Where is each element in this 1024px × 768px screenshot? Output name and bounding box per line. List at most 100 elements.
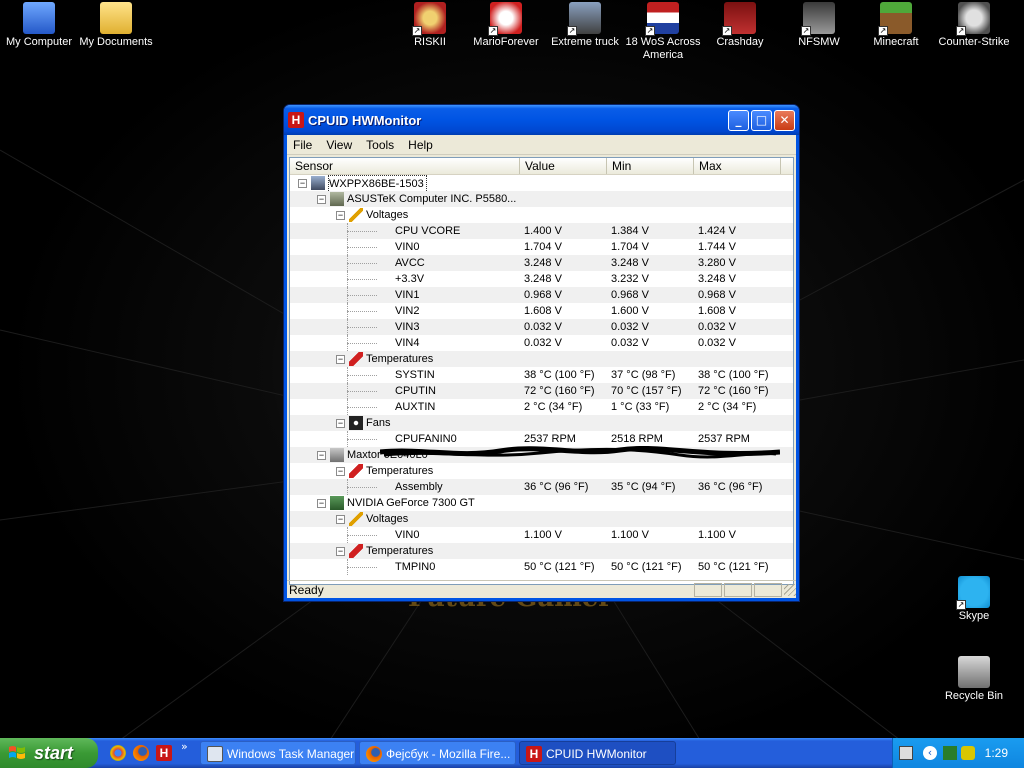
sensor-value: 3.248 V [524,257,562,269]
task-manager-icon [207,746,223,762]
sensor-row[interactable]: CPUTIN 72 °C (160 °F) 70 °C (157 °F) 72 °C … [290,383,793,399]
sensor-row[interactable]: TMPIN0 50 °C (121 °F) 50 °C (121 °F) 50 °C … [290,559,793,575]
sensor-row[interactable]: VIN0 1.100 V 1.100 V 1.100 V [290,527,793,543]
menu-view[interactable]: View [324,138,354,152]
sensor-row[interactable]: VIN2 1.608 V 1.600 V 1.608 V [290,303,793,319]
desktop-icon-my-computer[interactable]: My Computer [0,2,78,49]
sensor-row[interactable]: CPUFANIN0 2537 RPM 2518 RPM 2537 RPM [290,431,793,447]
sensor-group-row[interactable]: − WXPPX86BE-1503 [290,175,793,193]
sensor-row[interactable]: VIN4 0.032 V 0.032 V 0.032 V [290,335,793,351]
tree-connector [347,263,377,264]
desktop-icon-label: RISKII [414,36,446,48]
sensor-row[interactable]: AUXTIN 2 °C (34 °F) 1 °C (33 °F) 2 °C (34 °… [290,399,793,415]
thermometer-icon [349,464,363,478]
resize-grip[interactable] [784,583,796,596]
folder-icon [100,2,132,34]
menu-help[interactable]: Help [406,138,435,152]
minimize-button[interactable]: _ [728,109,749,131]
status-text: Ready [289,582,324,597]
sensor-name: Assembly [395,481,443,493]
sensor-group-row[interactable]: − Fans [290,415,793,431]
taskbar-item-task-manager[interactable]: Windows Task Manager [200,741,356,765]
column-filler [781,158,793,174]
sensor-name: CPU VCORE [395,225,461,237]
sensor-group-row[interactable]: − ASUSTeK Computer INC. P5580... [290,191,793,207]
chrome-icon[interactable] [110,745,126,761]
column-max[interactable]: Max [694,158,781,174]
sensor-group-row[interactable]: − Voltages [290,511,793,527]
sensor-row[interactable]: VIN1 0.968 V 0.968 V 0.968 V [290,287,793,303]
desktop-icon-extreme-truck[interactable]: ↗ Extreme truck [546,2,624,49]
collapse-toggle[interactable]: − [336,355,345,364]
desktop-icon-nfsmw[interactable]: ↗ NFSMW [780,2,858,49]
sensor-row[interactable]: VIN3 0.032 V 0.032 V 0.032 V [290,319,793,335]
sensor-name: AVCC [395,257,425,269]
sensor-value: 36 °C (96 °F) [524,481,589,493]
firefox-icon[interactable] [133,745,149,761]
sensor-row[interactable]: SYSTIN 38 °C (100 °F) 37 °C (98 °F) 38 °C (… [290,367,793,383]
shortcut-arrow-icon: ↗ [956,26,966,36]
collapse-toggle[interactable]: − [336,547,345,556]
collapse-toggle[interactable]: − [317,499,326,508]
desktop-icon-my-documents[interactable]: My Documents [77,2,155,49]
column-min[interactable]: Min [607,158,694,174]
sensor-row[interactable]: CPU VCORE 1.400 V 1.384 V 1.424 V [290,223,793,239]
close-button[interactable]: ✕ [774,109,795,131]
hard-disk-icon [330,448,344,462]
sensor-min: 3.248 V [611,257,649,269]
desktop-icon-label: MarioForever [473,36,539,48]
window-titlebar[interactable]: H CPUID HWMonitor _ □ ✕ [284,105,799,135]
menu-tools[interactable]: Tools [364,138,396,152]
sensor-row[interactable]: VIN0 1.704 V 1.704 V 1.744 V [290,239,793,255]
sensor-group-row[interactable]: − Temperatures [290,543,793,559]
sensor-group-row[interactable]: − Voltages [290,207,793,223]
start-button[interactable]: start [0,738,98,768]
collapse-toggle[interactable]: − [336,467,345,476]
collapse-toggle[interactable]: − [336,419,345,428]
desktop-icon-riskii[interactable]: ↗ RISKII [391,2,469,49]
column-value[interactable]: Value [520,158,607,174]
sensor-min: 50 °C (121 °F) [611,561,682,573]
collapse-toggle[interactable]: − [317,195,326,204]
collapse-toggle[interactable]: − [298,179,307,188]
chevron-left-icon[interactable]: ‹ [923,746,937,760]
collapse-toggle[interactable]: − [336,515,345,524]
tree-connector [347,383,348,399]
sensor-max: 50 °C (121 °F) [698,561,769,573]
desktop-icon-recycle-bin[interactable]: Recycle Bin [935,656,1013,703]
taskbar-item-firefox[interactable]: Фејсбук - Mozilla Fire... [359,741,516,765]
truck-icon: ↗ [567,2,601,36]
security-icon[interactable] [961,746,975,760]
desktop-icon-18-wos-across-america[interactable]: ↗ 18 WoS Across America [624,2,702,62]
clock[interactable]: 1:29 [985,738,1008,768]
desktop-icon-marioforever[interactable]: ↗ MarioForever [467,2,545,49]
sensor-row[interactable]: Assembly 36 °C (96 °F) 35 °C (94 °F) 36 °C … [290,479,793,495]
sensor-tree-list[interactable]: Sensor Value Min Max − WXPPX86BE-1503− ASU… [289,157,794,585]
desktop-icon-minecraft[interactable]: ↗ Minecraft [857,2,935,49]
collapse-toggle[interactable]: − [317,451,326,460]
desktop-icon-crashday[interactable]: ↗ Crashday [701,2,779,49]
sensor-name: Voltages [366,513,409,525]
hwmonitor-icon[interactable]: H [156,745,172,761]
shortcut-arrow-icon: ↗ [956,600,966,610]
sensor-row[interactable]: AVCC 3.248 V 3.248 V 3.280 V [290,255,793,271]
system-tray: ‹ 1:29 [892,738,1024,768]
collapse-toggle[interactable]: − [336,211,345,220]
desktop-icon-counter-strike[interactable]: ↗ Counter-Strike [935,2,1013,49]
maximize-button[interactable]: □ [751,109,772,131]
thermometer-icon [349,352,363,366]
sensor-row[interactable]: +3.3V 3.248 V 3.232 V 3.248 V [290,271,793,287]
sensor-group-row[interactable]: − Maxtor 6E040L0 [290,447,793,463]
keyboard-icon[interactable] [899,746,913,760]
menu-file[interactable]: File [291,138,314,152]
taskbar-item-hwmonitor[interactable]: H CPUID HWMonitor [519,741,676,765]
desktop-icon-skype[interactable]: ↗ Skype [935,576,1013,623]
sensor-group-row[interactable]: − NVIDIA GeForce 7300 GT [290,495,793,511]
quicklaunch-chevron-icon[interactable]: » [181,740,188,753]
sensor-group-row[interactable]: − Temperatures [290,351,793,367]
sensor-max: 1.608 V [698,305,736,317]
sensor-name: Temperatures [366,545,434,557]
column-sensor[interactable]: Sensor [290,158,520,174]
sensor-group-row[interactable]: − Temperatures [290,463,793,479]
network-icon[interactable] [943,746,957,760]
